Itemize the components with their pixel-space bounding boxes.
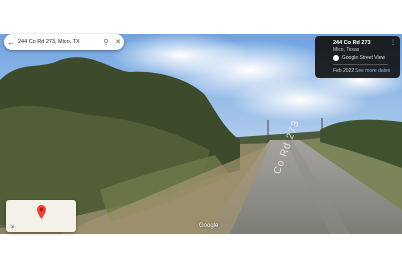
- location-subtitle: Mico, Texas: [333, 47, 360, 53]
- google-watermark: Google: [199, 223, 219, 229]
- back-arrow-icon[interactable]: ←: [4, 38, 18, 47]
- expand-map-icon[interactable]: ⇲: [10, 224, 14, 230]
- close-icon[interactable]: ✕: [112, 38, 124, 46]
- location-info-card: 244 Co Rd 273 Mico, Texas Google Street …: [315, 36, 400, 78]
- imagery-source: Google Street View: [342, 55, 385, 61]
- expand-icon[interactable]: ⋮: [390, 39, 396, 46]
- location-title: 244 Co Rd 273: [333, 40, 371, 46]
- search-query[interactable]: 244 Co Rd 273, Mico, TX: [18, 39, 100, 45]
- see-more-dates-link[interactable]: See more dates: [355, 68, 390, 74]
- mini-map[interactable]: ⇲: [6, 200, 76, 232]
- street-view-icon: [333, 55, 339, 61]
- search-icon[interactable]: ⚲: [100, 38, 112, 46]
- street-view-screenshot: Co Rd 273 ← 244 Co Rd 273, Mico, TX ⚲ ✕ …: [0, 0, 402, 268]
- pin-icon: [37, 205, 46, 219]
- search-box[interactable]: ← 244 Co Rd 273, Mico, TX ⚲ ✕: [4, 34, 124, 50]
- capture-date: Feb 2022: [333, 68, 355, 74]
- divider: [333, 64, 388, 65]
